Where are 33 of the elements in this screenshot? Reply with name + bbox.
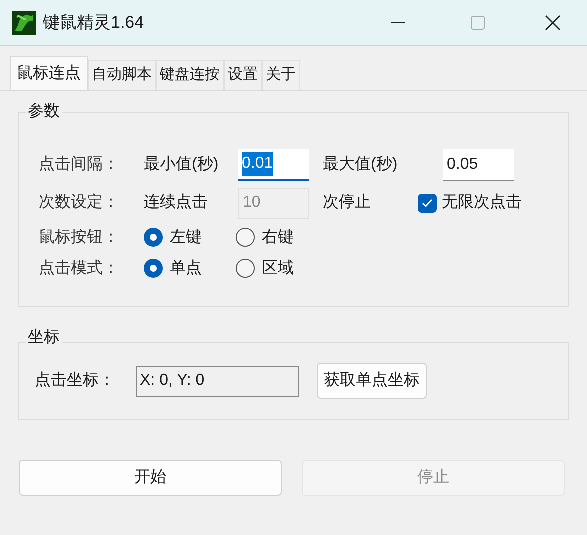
tab[interactable]: 关于: [262, 60, 300, 90]
tab[interactable]: 键盘连按: [156, 60, 224, 90]
tab[interactable]: 自动脚本: [88, 60, 156, 90]
action-button[interactable]: 开始: [19, 460, 282, 496]
radio-button[interactable]: [236, 259, 255, 278]
field-label: 点击坐标：: [35, 370, 116, 391]
field-label: 点击间隔：: [39, 154, 120, 175]
field-label: 最大值(秒): [323, 154, 399, 175]
radio-button[interactable]: [236, 228, 255, 247]
field-label: 连续点击: [144, 192, 209, 213]
tab[interactable]: 设置: [224, 60, 262, 90]
check-icon: [422, 198, 433, 208]
field-label: 点击模式：: [39, 258, 120, 278]
min-interval-field[interactable]: 0.01: [238, 149, 309, 181]
max-interval-field[interactable]: 0.05: [443, 149, 514, 181]
minimize-icon[interactable]: [391, 22, 405, 24]
radio-label: 左键: [170, 228, 202, 248]
app-icon: [12, 10, 36, 34]
get-coordinates-button[interactable]: 获取单点坐标: [317, 363, 427, 399]
radio-button[interactable]: [144, 228, 163, 247]
radio-label: 区域: [262, 258, 294, 278]
radio-label: 单点: [170, 258, 202, 278]
radio-button[interactable]: [144, 259, 163, 278]
coordinates-field: X: 0, Y: 0: [136, 366, 299, 396]
tab[interactable]: 鼠标连点: [10, 56, 88, 90]
radio-label: 右键: [262, 228, 294, 248]
window-title: 键鼠精灵1.64: [43, 12, 144, 34]
checkbox-label: 无限次点击: [442, 192, 522, 213]
field-label: 次数设定：: [39, 192, 120, 213]
field-label: 最小值(秒): [144, 154, 220, 175]
close-icon[interactable]: [545, 14, 561, 30]
field-label: 鼠标按钮：: [39, 228, 120, 248]
field-label: 次停止: [323, 192, 372, 213]
